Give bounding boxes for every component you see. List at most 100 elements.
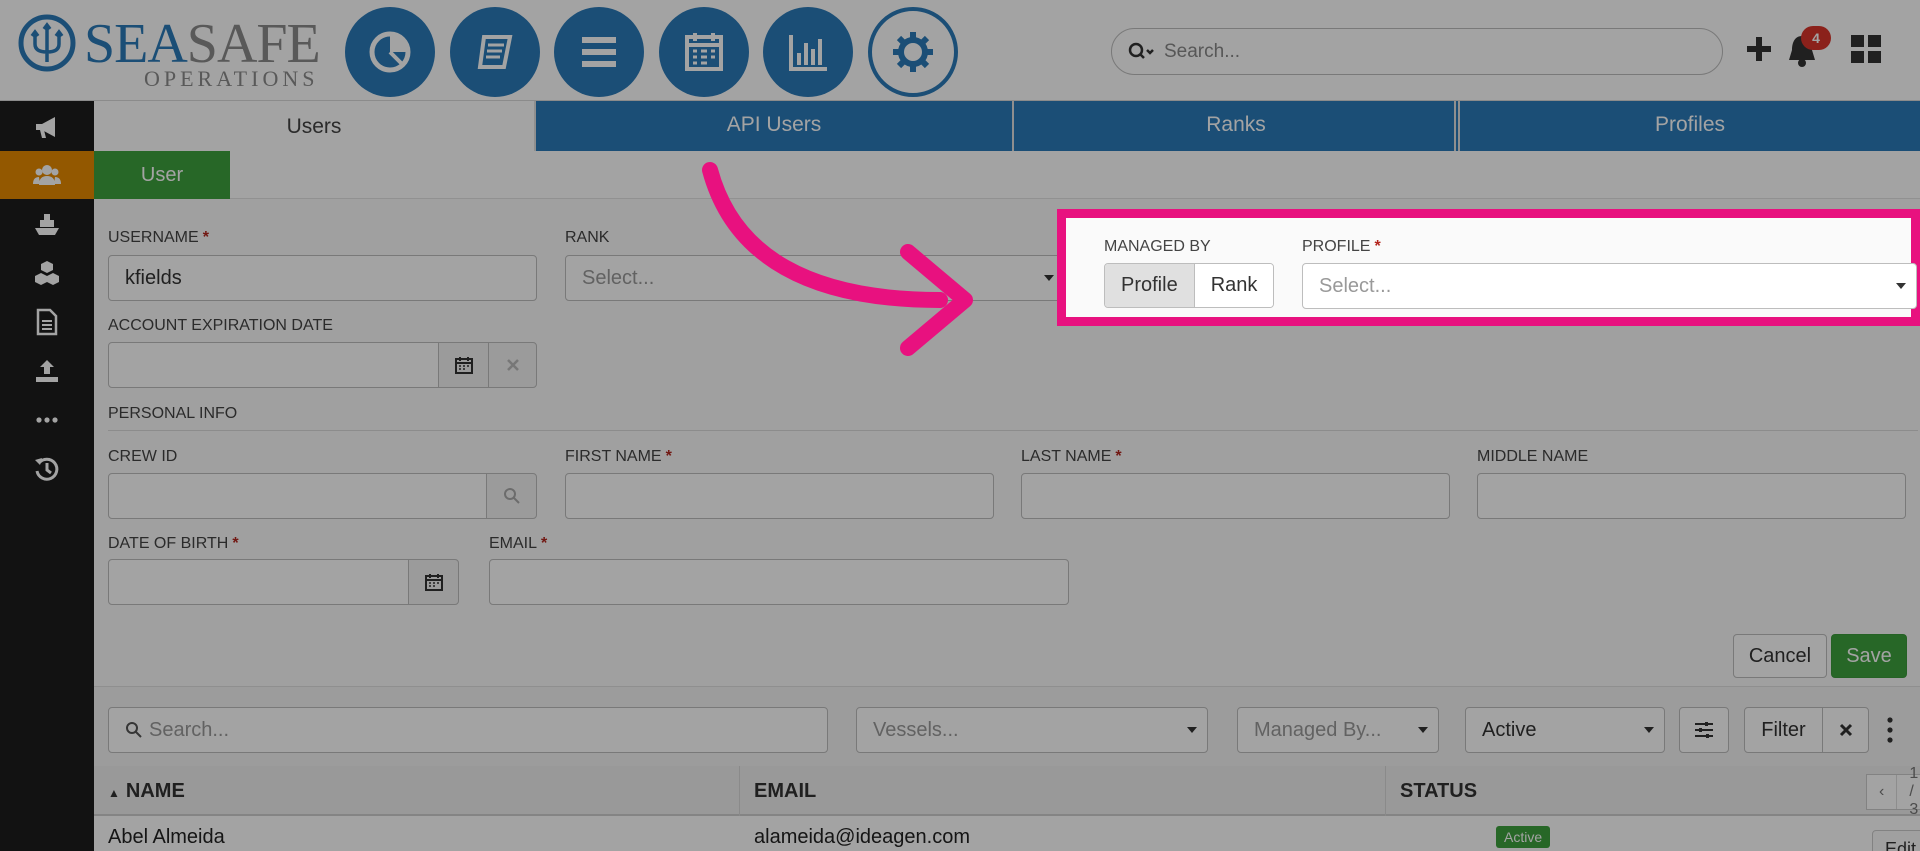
account-expiration-label: ACCOUNT EXPIRATION DATE — [108, 317, 333, 334]
table-header: ▲NAME EMAIL STATUS ‹ 1 / 3 › — [94, 765, 1920, 818]
gear-icon — [893, 32, 933, 72]
highlight-frame: MANAGED BY Profile Rank PROFILE * Select.… — [1057, 209, 1920, 326]
chevron-down-icon — [1187, 727, 1197, 733]
ship-icon — [35, 214, 59, 235]
personal-info-heading: PERSONAL INFO — [108, 405, 238, 422]
table-row[interactable]: Abel Almeida alameida@ideagen.com Active… — [94, 816, 1920, 851]
page-indicator: 1 / 3 — [1897, 765, 1920, 818]
status-badge: Active — [1496, 826, 1551, 848]
crew-search-button[interactable] — [486, 473, 537, 519]
sidebar-item-vessels[interactable] — [0, 200, 94, 248]
status-filter-value: Active — [1482, 718, 1537, 741]
pie-chart-icon — [369, 31, 411, 73]
global-search-placeholder: Search... — [1164, 40, 1241, 62]
calendar-icon — [685, 33, 723, 71]
rank-placeholder: Select... — [582, 266, 655, 289]
managed-by-rank-option[interactable]: Rank — [1194, 264, 1274, 307]
global-search-input[interactable]: Search... — [1111, 28, 1723, 75]
sidebar-item-more[interactable] — [0, 396, 94, 444]
sidebar-item-users[interactable] — [0, 151, 94, 199]
callout-arrow-icon — [702, 162, 973, 356]
sort-asc-icon: ▲ — [108, 786, 120, 800]
nav-reports-button[interactable] — [763, 7, 853, 97]
ellipsis-icon — [36, 417, 58, 423]
sidebar-item-announcements[interactable] — [0, 103, 94, 151]
calendar-icon — [454, 357, 473, 374]
search-icon — [1128, 42, 1154, 59]
edit-button[interactable]: Edit — [1872, 830, 1920, 851]
crew-id-input[interactable] — [108, 473, 487, 519]
section-divider — [108, 430, 1918, 431]
nav-menu-button[interactable] — [554, 7, 644, 97]
chevron-down-icon — [1044, 275, 1054, 281]
tab-api-users[interactable]: API Users — [536, 101, 1014, 151]
nav-calendar-button[interactable] — [659, 7, 749, 97]
trident-icon — [18, 14, 76, 72]
column-header-status[interactable]: STATUS — [1386, 766, 1866, 816]
first-name-input[interactable] — [565, 473, 994, 519]
last-name-input[interactable] — [1021, 473, 1450, 519]
cancel-button[interactable]: Cancel — [1733, 634, 1827, 678]
pagination: ‹ 1 / 3 › — [1866, 765, 1920, 818]
prev-page-button[interactable]: ‹ — [1867, 775, 1898, 809]
dob-input[interactable] — [108, 559, 409, 605]
filter-settings-button[interactable] — [1679, 707, 1729, 753]
column-header-email[interactable]: EMAIL — [740, 766, 1386, 816]
clear-filter-button[interactable] — [1822, 707, 1869, 753]
calendar-icon — [424, 574, 443, 591]
username-label: USERNAME * — [108, 229, 209, 246]
nav-logbook-button[interactable] — [450, 7, 540, 97]
list-icon — [582, 37, 616, 67]
managed-by-filter-select[interactable]: Managed By... — [1237, 707, 1439, 753]
tab-users[interactable]: Users — [94, 101, 536, 151]
nav-dashboard-button[interactable] — [345, 7, 435, 97]
chevron-down-icon — [1644, 727, 1654, 733]
kebab-menu-icon[interactable] — [1887, 717, 1893, 743]
tab-ranks[interactable]: Ranks — [1014, 101, 1460, 151]
save-button[interactable]: Save — [1831, 634, 1907, 678]
username-value: kfields — [125, 266, 182, 289]
logo-wordmark: SEASAFE — [84, 13, 321, 75]
managed-by-profile-panel: MANAGED BY Profile Rank PROFILE * Select.… — [1066, 218, 1917, 317]
calendar-picker-button[interactable] — [438, 342, 489, 388]
plus-icon[interactable] — [1744, 34, 1774, 64]
tab-profiles[interactable]: Profiles — [1460, 101, 1920, 151]
notification-badge: 4 — [1801, 26, 1831, 50]
search-icon — [126, 722, 142, 738]
row-email: alameida@ideagen.com — [754, 826, 970, 848]
managed-by-toggle: Profile Rank — [1104, 263, 1275, 308]
profile-select[interactable]: Select... — [1302, 263, 1917, 309]
profile-placeholder: Select... — [1319, 274, 1392, 297]
middle-name-input[interactable] — [1477, 473, 1906, 519]
first-name-label: FIRST NAME * — [565, 448, 672, 465]
dob-calendar-button[interactable] — [408, 559, 459, 605]
managed-by-profile-option[interactable]: Profile — [1105, 264, 1195, 307]
filter-button[interactable]: Filter — [1744, 707, 1823, 753]
clear-date-button[interactable] — [488, 342, 537, 388]
sidebar-item-documents[interactable] — [0, 298, 94, 346]
last-name-label: LAST NAME * — [1021, 448, 1122, 465]
column-header-name[interactable]: ▲ NAME — [94, 766, 740, 816]
sidebar-item-inventory[interactable] — [0, 249, 94, 297]
vessels-filter-select[interactable]: Vessels... — [856, 707, 1208, 753]
nav-settings-button[interactable] — [868, 7, 958, 97]
cubes-icon — [35, 261, 59, 285]
vessels-placeholder: Vessels... — [873, 718, 959, 741]
subtab-user[interactable]: User — [94, 151, 230, 199]
sidebar-item-upload[interactable] — [0, 347, 94, 395]
table-search-input[interactable]: Search... — [108, 707, 828, 753]
filter-bar: Search... Vessels... Managed By... Activ… — [94, 686, 1920, 766]
seasafe-logo[interactable]: SEASAFE OPERATIONS — [18, 10, 321, 91]
username-input[interactable]: kfields — [108, 255, 537, 301]
crew-id-label: CREW ID — [108, 448, 178, 465]
middle-name-label: MIDDLE NAME — [1477, 448, 1589, 465]
account-expiration-input[interactable] — [108, 342, 439, 388]
apps-grid-icon[interactable] — [1850, 34, 1882, 64]
logo-subtitle: OPERATIONS — [144, 66, 319, 91]
top-header: SEASAFE OPERATIONS Search... 4 — [0, 0, 1920, 101]
email-input[interactable] — [489, 559, 1069, 605]
close-icon — [1839, 723, 1852, 737]
profile-label: PROFILE * — [1302, 238, 1381, 255]
sidebar-item-history[interactable] — [0, 445, 94, 493]
status-filter-select[interactable]: Active — [1465, 707, 1665, 753]
